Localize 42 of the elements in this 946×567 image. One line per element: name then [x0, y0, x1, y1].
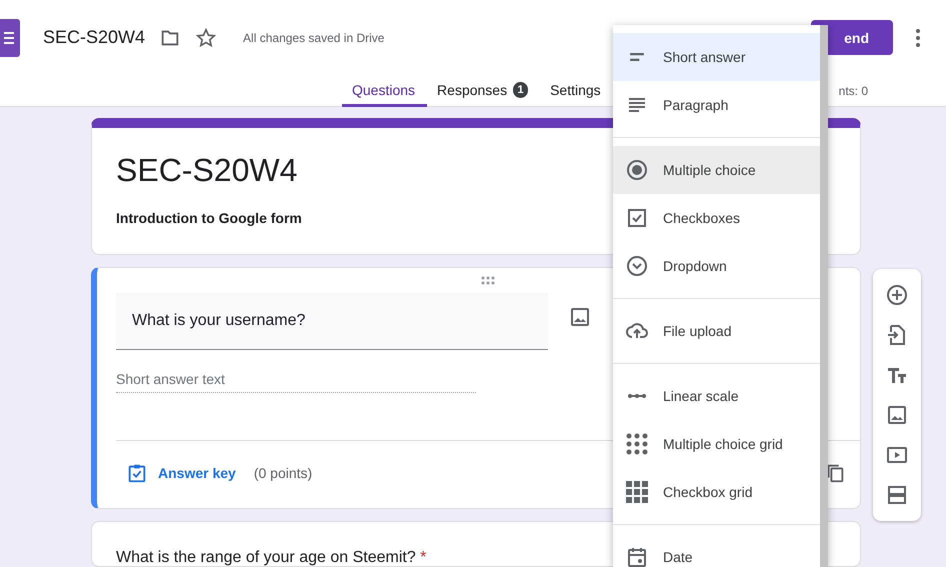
answer-key-icon [126, 462, 148, 484]
square-grid-icon [625, 480, 649, 504]
short-answer-icon [629, 53, 645, 61]
save-status: All changes saved in Drive [243, 30, 384, 44]
menu-item[interactable]: Multiple choice grid [613, 420, 820, 468]
forms-logo-icon[interactable] [0, 18, 20, 56]
form-title[interactable]: SEC-S20W4 [116, 150, 298, 190]
linear-scale-icon [626, 393, 648, 399]
menu-item[interactable]: Multiple choice [613, 146, 820, 194]
star-icon [195, 26, 218, 48]
question-title-field[interactable]: What is your username? [116, 293, 548, 350]
dot-grid-icon [625, 432, 649, 456]
count-badge: 1 [513, 82, 528, 98]
total-points: nts: 0 [838, 84, 868, 98]
menu-item[interactable]: Linear scale [613, 372, 820, 420]
menu-item[interactable]: Date [613, 533, 820, 567]
scrollbar[interactable] [820, 25, 828, 567]
menu-item[interactable]: Checkboxes [613, 194, 820, 242]
calendar-icon [625, 545, 649, 567]
checkbox-icon [625, 206, 649, 230]
document-title[interactable]: SEC-S20W4 [43, 27, 146, 48]
tab[interactable]: Settings [540, 75, 613, 107]
drag-handle-icon [480, 275, 496, 286]
menu-item[interactable]: Checkbox grid [613, 468, 820, 516]
add-image-icon [568, 305, 592, 329]
menu-item[interactable]: Dropdown [613, 242, 820, 290]
tab[interactable]: Responses 1 [427, 75, 540, 107]
more-icon [916, 28, 920, 46]
section-icon[interactable] [885, 483, 909, 507]
menu-item[interactable]: Paragraph [613, 81, 820, 129]
add-question-icon[interactable] [885, 283, 909, 307]
menu-item[interactable]: File upload [613, 307, 820, 355]
points-label: (0 points) [254, 465, 312, 481]
radio-button-icon [625, 158, 649, 182]
answer-field: Short answer text [116, 371, 476, 393]
menu-item[interactable]: Short answer [613, 33, 820, 81]
question-title: What is the range of your age on Steemit? * [116, 548, 426, 566]
dropdown-icon [625, 254, 649, 278]
add-image-icon[interactable] [885, 403, 909, 427]
form-description[interactable]: Introduction to Google form [116, 210, 302, 226]
answer-key-link[interactable]: Answer key [158, 465, 236, 481]
tab[interactable]: Questions [342, 75, 428, 107]
